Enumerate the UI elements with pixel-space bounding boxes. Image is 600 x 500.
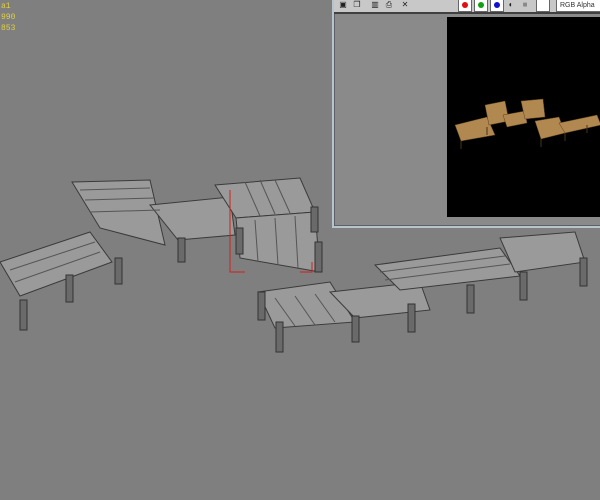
print-icon[interactable]: ⎙	[384, 0, 394, 9]
dock-post	[407, 303, 416, 333]
dock-post	[257, 291, 266, 321]
stat-line: a1	[1, 2, 11, 11]
stat-line: 853	[1, 24, 16, 33]
save-icon[interactable]: ▣	[338, 0, 348, 9]
dock-post	[19, 299, 28, 331]
dock-post	[466, 284, 475, 314]
channel-display-select[interactable]: RGB Alpha	[556, 0, 600, 12]
render-toolbar: ▣ ❐ ▥ ⎙ ✕ ◐ ■ RGB Alpha	[334, 0, 600, 14]
render-frame-window[interactable]: ▣ ❐ ▥ ⎙ ✕ ◐ ■ RGB Alpha	[332, 0, 600, 228]
dock-segment	[0, 231, 113, 297]
red-channel-toggle[interactable]	[458, 0, 472, 12]
dock-post	[235, 227, 244, 255]
green-channel-toggle[interactable]	[474, 0, 488, 12]
dock-post	[519, 271, 528, 301]
viewport-stats: a1 990 853	[1, 1, 15, 34]
stat-line: 990	[1, 13, 16, 22]
dock-post	[314, 241, 323, 273]
clear-icon[interactable]: ✕	[400, 0, 410, 9]
dock-post	[351, 315, 360, 343]
dock-post	[310, 206, 319, 233]
dock-post	[579, 257, 588, 287]
color-swatch[interactable]	[536, 0, 550, 12]
dock-post	[65, 274, 74, 303]
alpha-icon[interactable]: ◐	[506, 0, 516, 9]
dock-post	[275, 321, 284, 353]
copy-icon[interactable]: ❐	[352, 0, 362, 9]
blue-channel-toggle[interactable]	[490, 0, 504, 12]
dock-segment	[257, 281, 356, 329]
dock-segment	[373, 247, 521, 291]
dock-segment	[499, 231, 586, 273]
clone-icon[interactable]: ▥	[370, 0, 380, 9]
dock-post	[114, 257, 123, 285]
mono-icon[interactable]: ■	[520, 0, 530, 9]
dock-post	[177, 237, 186, 263]
rendered-dock	[454, 98, 600, 149]
rendered-image	[447, 17, 600, 217]
